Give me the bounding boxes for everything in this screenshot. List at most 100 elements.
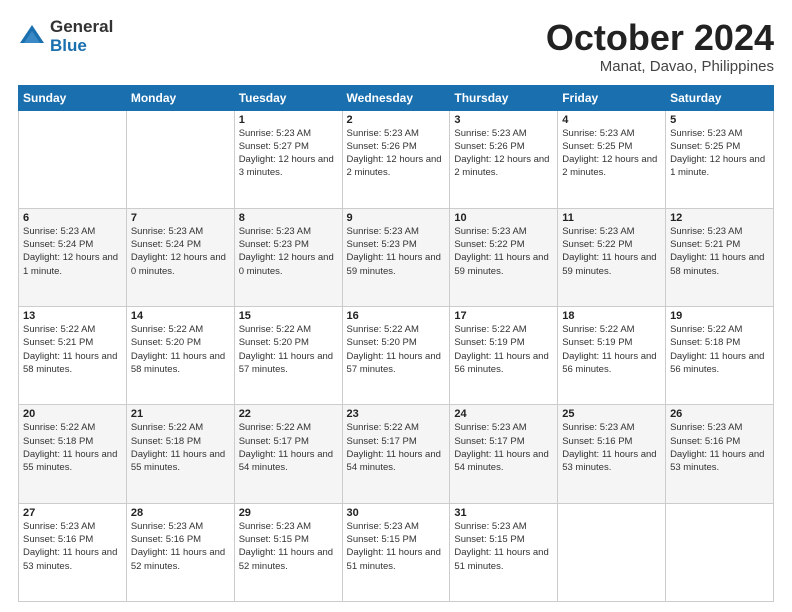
day-number: 26 (670, 408, 769, 420)
table-row: 11Sunrise: 5:23 AM Sunset: 5:22 PM Dayli… (558, 208, 666, 306)
day-info: Sunrise: 5:23 AM Sunset: 5:24 PM Dayligh… (23, 225, 122, 278)
table-row: 17Sunrise: 5:22 AM Sunset: 5:19 PM Dayli… (450, 307, 558, 405)
day-info: Sunrise: 5:23 AM Sunset: 5:16 PM Dayligh… (562, 421, 661, 474)
day-info: Sunrise: 5:22 AM Sunset: 5:17 PM Dayligh… (239, 421, 338, 474)
day-info: Sunrise: 5:22 AM Sunset: 5:18 PM Dayligh… (131, 421, 230, 474)
day-number: 15 (239, 310, 338, 322)
col-saturday: Saturday (666, 85, 774, 110)
title-location: Manat, Davao, Philippines (546, 58, 774, 75)
day-number: 2 (347, 114, 446, 126)
logo-general-text: General (50, 18, 113, 37)
day-number: 31 (454, 507, 553, 519)
col-friday: Friday (558, 85, 666, 110)
day-info: Sunrise: 5:23 AM Sunset: 5:25 PM Dayligh… (670, 127, 769, 180)
day-info: Sunrise: 5:23 AM Sunset: 5:15 PM Dayligh… (454, 520, 553, 573)
day-number: 5 (670, 114, 769, 126)
day-number: 13 (23, 310, 122, 322)
day-number: 30 (347, 507, 446, 519)
table-row (126, 110, 234, 208)
day-number: 8 (239, 212, 338, 224)
day-info: Sunrise: 5:22 AM Sunset: 5:18 PM Dayligh… (23, 421, 122, 474)
table-row: 22Sunrise: 5:22 AM Sunset: 5:17 PM Dayli… (234, 405, 342, 503)
header: General Blue October 2024 Manat, Davao, … (18, 18, 774, 75)
table-row: 31Sunrise: 5:23 AM Sunset: 5:15 PM Dayli… (450, 503, 558, 601)
calendar-week-row: 1Sunrise: 5:23 AM Sunset: 5:27 PM Daylig… (19, 110, 774, 208)
table-row: 8Sunrise: 5:23 AM Sunset: 5:23 PM Daylig… (234, 208, 342, 306)
col-thursday: Thursday (450, 85, 558, 110)
table-row: 1Sunrise: 5:23 AM Sunset: 5:27 PM Daylig… (234, 110, 342, 208)
day-number: 24 (454, 408, 553, 420)
table-row: 6Sunrise: 5:23 AM Sunset: 5:24 PM Daylig… (19, 208, 127, 306)
table-row: 25Sunrise: 5:23 AM Sunset: 5:16 PM Dayli… (558, 405, 666, 503)
day-number: 11 (562, 212, 661, 224)
day-number: 29 (239, 507, 338, 519)
table-row: 20Sunrise: 5:22 AM Sunset: 5:18 PM Dayli… (19, 405, 127, 503)
day-info: Sunrise: 5:22 AM Sunset: 5:21 PM Dayligh… (23, 323, 122, 376)
day-number: 6 (23, 212, 122, 224)
table-row: 19Sunrise: 5:22 AM Sunset: 5:18 PM Dayli… (666, 307, 774, 405)
day-info: Sunrise: 5:23 AM Sunset: 5:21 PM Dayligh… (670, 225, 769, 278)
page: General Blue October 2024 Manat, Davao, … (0, 0, 792, 612)
col-tuesday: Tuesday (234, 85, 342, 110)
table-row: 16Sunrise: 5:22 AM Sunset: 5:20 PM Dayli… (342, 307, 450, 405)
day-number: 3 (454, 114, 553, 126)
logo-text: General Blue (50, 18, 113, 55)
day-number: 28 (131, 507, 230, 519)
table-row: 24Sunrise: 5:23 AM Sunset: 5:17 PM Dayli… (450, 405, 558, 503)
day-info: Sunrise: 5:23 AM Sunset: 5:22 PM Dayligh… (562, 225, 661, 278)
table-row: 10Sunrise: 5:23 AM Sunset: 5:22 PM Dayli… (450, 208, 558, 306)
day-info: Sunrise: 5:23 AM Sunset: 5:24 PM Dayligh… (131, 225, 230, 278)
day-number: 27 (23, 507, 122, 519)
table-row (666, 503, 774, 601)
table-row: 21Sunrise: 5:22 AM Sunset: 5:18 PM Dayli… (126, 405, 234, 503)
col-monday: Monday (126, 85, 234, 110)
table-row (19, 110, 127, 208)
day-info: Sunrise: 5:23 AM Sunset: 5:22 PM Dayligh… (454, 225, 553, 278)
day-info: Sunrise: 5:22 AM Sunset: 5:20 PM Dayligh… (239, 323, 338, 376)
table-row: 4Sunrise: 5:23 AM Sunset: 5:25 PM Daylig… (558, 110, 666, 208)
col-sunday: Sunday (19, 85, 127, 110)
logo: General Blue (18, 18, 113, 55)
table-row: 29Sunrise: 5:23 AM Sunset: 5:15 PM Dayli… (234, 503, 342, 601)
table-row: 26Sunrise: 5:23 AM Sunset: 5:16 PM Dayli… (666, 405, 774, 503)
table-row: 28Sunrise: 5:23 AM Sunset: 5:16 PM Dayli… (126, 503, 234, 601)
day-info: Sunrise: 5:23 AM Sunset: 5:27 PM Dayligh… (239, 127, 338, 180)
table-row: 23Sunrise: 5:22 AM Sunset: 5:17 PM Dayli… (342, 405, 450, 503)
table-row: 7Sunrise: 5:23 AM Sunset: 5:24 PM Daylig… (126, 208, 234, 306)
logo-blue-text: Blue (50, 37, 113, 56)
calendar-header-row: Sunday Monday Tuesday Wednesday Thursday… (19, 85, 774, 110)
day-number: 12 (670, 212, 769, 224)
day-number: 20 (23, 408, 122, 420)
day-number: 23 (347, 408, 446, 420)
table-row: 27Sunrise: 5:23 AM Sunset: 5:16 PM Dayli… (19, 503, 127, 601)
table-row: 2Sunrise: 5:23 AM Sunset: 5:26 PM Daylig… (342, 110, 450, 208)
day-number: 16 (347, 310, 446, 322)
day-number: 4 (562, 114, 661, 126)
table-row: 9Sunrise: 5:23 AM Sunset: 5:23 PM Daylig… (342, 208, 450, 306)
day-info: Sunrise: 5:22 AM Sunset: 5:20 PM Dayligh… (347, 323, 446, 376)
day-info: Sunrise: 5:23 AM Sunset: 5:26 PM Dayligh… (347, 127, 446, 180)
table-row: 12Sunrise: 5:23 AM Sunset: 5:21 PM Dayli… (666, 208, 774, 306)
day-info: Sunrise: 5:23 AM Sunset: 5:23 PM Dayligh… (347, 225, 446, 278)
day-info: Sunrise: 5:23 AM Sunset: 5:16 PM Dayligh… (131, 520, 230, 573)
table-row: 3Sunrise: 5:23 AM Sunset: 5:26 PM Daylig… (450, 110, 558, 208)
day-number: 19 (670, 310, 769, 322)
table-row: 30Sunrise: 5:23 AM Sunset: 5:15 PM Dayli… (342, 503, 450, 601)
calendar-week-row: 27Sunrise: 5:23 AM Sunset: 5:16 PM Dayli… (19, 503, 774, 601)
day-number: 25 (562, 408, 661, 420)
day-info: Sunrise: 5:22 AM Sunset: 5:19 PM Dayligh… (454, 323, 553, 376)
day-info: Sunrise: 5:22 AM Sunset: 5:19 PM Dayligh… (562, 323, 661, 376)
day-info: Sunrise: 5:22 AM Sunset: 5:20 PM Dayligh… (131, 323, 230, 376)
day-number: 17 (454, 310, 553, 322)
day-number: 7 (131, 212, 230, 224)
day-number: 10 (454, 212, 553, 224)
day-info: Sunrise: 5:23 AM Sunset: 5:16 PM Dayligh… (23, 520, 122, 573)
day-info: Sunrise: 5:23 AM Sunset: 5:26 PM Dayligh… (454, 127, 553, 180)
day-info: Sunrise: 5:22 AM Sunset: 5:17 PM Dayligh… (347, 421, 446, 474)
table-row (558, 503, 666, 601)
calendar-week-row: 20Sunrise: 5:22 AM Sunset: 5:18 PM Dayli… (19, 405, 774, 503)
day-info: Sunrise: 5:23 AM Sunset: 5:23 PM Dayligh… (239, 225, 338, 278)
day-info: Sunrise: 5:23 AM Sunset: 5:17 PM Dayligh… (454, 421, 553, 474)
table-row: 18Sunrise: 5:22 AM Sunset: 5:19 PM Dayli… (558, 307, 666, 405)
day-number: 14 (131, 310, 230, 322)
